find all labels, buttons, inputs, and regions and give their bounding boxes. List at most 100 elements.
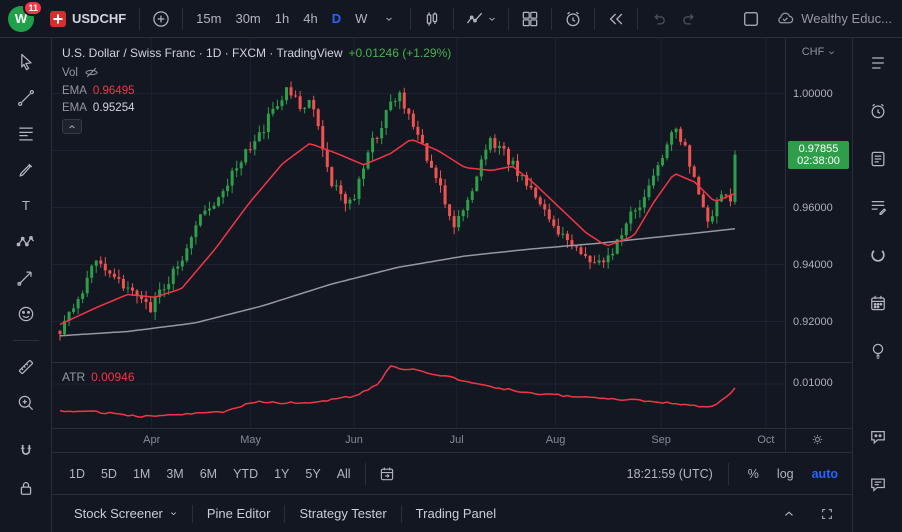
price-scale[interactable]: CHF 1.00000 0.96000 0.94000 0.92000 0.97855… — [785, 38, 852, 362]
legend-title[interactable]: U.S. Dollar / Swiss Franc · 1D · FXCM · … — [62, 46, 343, 60]
vol-label[interactable]: Vol — [62, 67, 78, 79]
watchlist-button[interactable] — [865, 52, 891, 74]
range-6m[interactable]: 6M — [193, 463, 224, 485]
app-logo[interactable]: W 11 — [8, 0, 43, 32]
chart-style-button[interactable] — [418, 5, 446, 33]
range-1m[interactable]: 1M — [126, 463, 157, 485]
cursor-tool[interactable] — [9, 48, 43, 76]
bottom-panel-tabs: Stock Screener Pine Editor Strategy Test… — [52, 494, 852, 532]
swiss-flag-icon — [50, 10, 66, 27]
time-axis-month-label: May — [240, 434, 262, 446]
conversations-button[interactable] — [865, 474, 891, 496]
ideas-button[interactable] — [865, 340, 891, 362]
notes-button[interactable] — [865, 196, 891, 218]
interval-1d[interactable]: D — [326, 7, 347, 30]
chat-button[interactable] — [865, 426, 891, 448]
clock-utc[interactable]: 18:21:59 (UTC) — [627, 467, 713, 481]
atr-legend: ATR 0.00946 — [62, 370, 135, 384]
log-scale-button[interactable]: log — [773, 464, 798, 484]
atr-label[interactable]: ATR — [62, 370, 85, 384]
range-ytd[interactable]: YTD — [226, 463, 265, 485]
time-axis-row: Apr May Jun Jul Aug Sep Oct — [52, 428, 852, 452]
redo-button[interactable] — [675, 5, 703, 33]
gear-icon — [812, 434, 823, 445]
tab-trading-panel[interactable]: Trading Panel — [406, 500, 506, 527]
tab-pine-editor[interactable]: Pine Editor — [197, 500, 281, 527]
ema-fast-label[interactable]: EMA — [62, 85, 87, 97]
panel-expand-button[interactable] — [776, 503, 802, 525]
go-to-date-button[interactable] — [373, 460, 401, 488]
time-axis[interactable]: Apr May Jun Jul Aug Sep Oct — [52, 429, 785, 452]
indicators-button[interactable] — [461, 5, 501, 33]
layout-name-label: Wealthy Educ... — [801, 11, 892, 26]
ema-slow-label[interactable]: EMA — [62, 102, 87, 114]
panel-maximize-button[interactable] — [814, 503, 840, 525]
price-pane[interactable]: U.S. Dollar / Swiss Franc · 1D · FXCM · … — [52, 38, 785, 362]
price-scale-currency[interactable]: CHF — [786, 46, 852, 58]
interval-15m[interactable]: 15m — [190, 7, 227, 30]
calendar-button[interactable] — [865, 292, 891, 314]
date-range-group: 1D 5D 1M 3M 6M YTD 1Y 5Y All — [62, 460, 401, 488]
atr-pane[interactable]: ATR 0.00946 — [52, 363, 785, 428]
symbol-search-button[interactable]: USDCHF — [44, 7, 132, 31]
range-5d[interactable]: 5D — [94, 463, 124, 485]
range-1y[interactable]: 1Y — [267, 463, 296, 485]
right-toolbar-bottom-group — [865, 426, 891, 496]
pattern-tool[interactable] — [9, 228, 43, 256]
layout-grid-icon — [523, 11, 538, 26]
tab-stock-screener[interactable]: Stock Screener — [64, 500, 188, 527]
brush-tool[interactable] — [9, 156, 43, 184]
fib-retracement-tool[interactable] — [9, 120, 43, 148]
alerts-button[interactable] — [865, 100, 891, 122]
cloud-check-icon — [778, 12, 794, 23]
scale-settings-button[interactable] — [810, 432, 825, 447]
atr-scale[interactable]: 0.01000 — [785, 363, 852, 428]
layout-grid-button[interactable] — [516, 5, 544, 33]
create-alert-button[interactable] — [559, 5, 587, 33]
forecast-tool[interactable] — [9, 264, 43, 292]
compare-add-button[interactable] — [147, 5, 175, 33]
trend-line-tool[interactable] — [9, 84, 43, 112]
separator — [594, 7, 596, 30]
bar-replay-button[interactable] — [602, 5, 630, 33]
magnet-tool[interactable] — [9, 438, 43, 466]
fullscreen-button[interactable] — [737, 5, 765, 33]
chevron-up-icon — [785, 510, 793, 516]
tradingview-window: W 11 USDCHF 15m 30m 1h 4h D W Wealthy Ed… — [0, 0, 902, 532]
tab-strategy-tester[interactable]: Strategy Tester — [289, 500, 396, 527]
zoom-tool[interactable] — [9, 389, 43, 417]
interval-30m[interactable]: 30m — [229, 7, 266, 30]
magnifier-plus-icon — [18, 395, 33, 411]
square-icon — [744, 11, 759, 26]
watchlist-icon — [871, 57, 884, 69]
eye-off-icon[interactable] — [84, 65, 99, 80]
news-button[interactable] — [865, 148, 891, 170]
ruler-icon — [18, 359, 33, 375]
alarm-clock-icon — [871, 103, 884, 119]
range-5y[interactable]: 5Y — [298, 463, 327, 485]
legend-collapse-button[interactable] — [62, 119, 82, 134]
interval-1w[interactable]: W — [349, 7, 373, 30]
notification-badge[interactable]: 11 — [23, 0, 43, 16]
measure-tool[interactable] — [9, 353, 43, 381]
interval-4h[interactable]: 4h — [297, 7, 323, 30]
text-tool[interactable]: T — [9, 192, 43, 220]
separator — [508, 7, 510, 30]
percent-scale-button[interactable]: % — [744, 464, 763, 484]
hotlists-button[interactable] — [865, 244, 891, 266]
magnet-icon — [20, 444, 31, 455]
lock-tool[interactable] — [9, 474, 43, 502]
range-3m[interactable]: 3M — [159, 463, 190, 485]
interval-1h[interactable]: 1h — [269, 7, 295, 30]
emoji-tool[interactable] — [9, 300, 43, 328]
bottom-toolbar: 1D 5D 1M 3M 6M YTD 1Y 5Y All 18:21:59 (U… — [52, 452, 852, 494]
redo-icon — [683, 13, 695, 25]
range-1d[interactable]: 1D — [62, 463, 92, 485]
interval-menu-button[interactable] — [375, 5, 403, 33]
save-layout-button[interactable]: Wealthy Educ... — [773, 9, 894, 29]
separator — [637, 7, 639, 30]
auto-scale-button[interactable]: auto — [808, 464, 842, 484]
range-all[interactable]: All — [330, 463, 358, 485]
atr-line-chart[interactable] — [52, 363, 785, 428]
undo-button[interactable] — [645, 5, 673, 33]
